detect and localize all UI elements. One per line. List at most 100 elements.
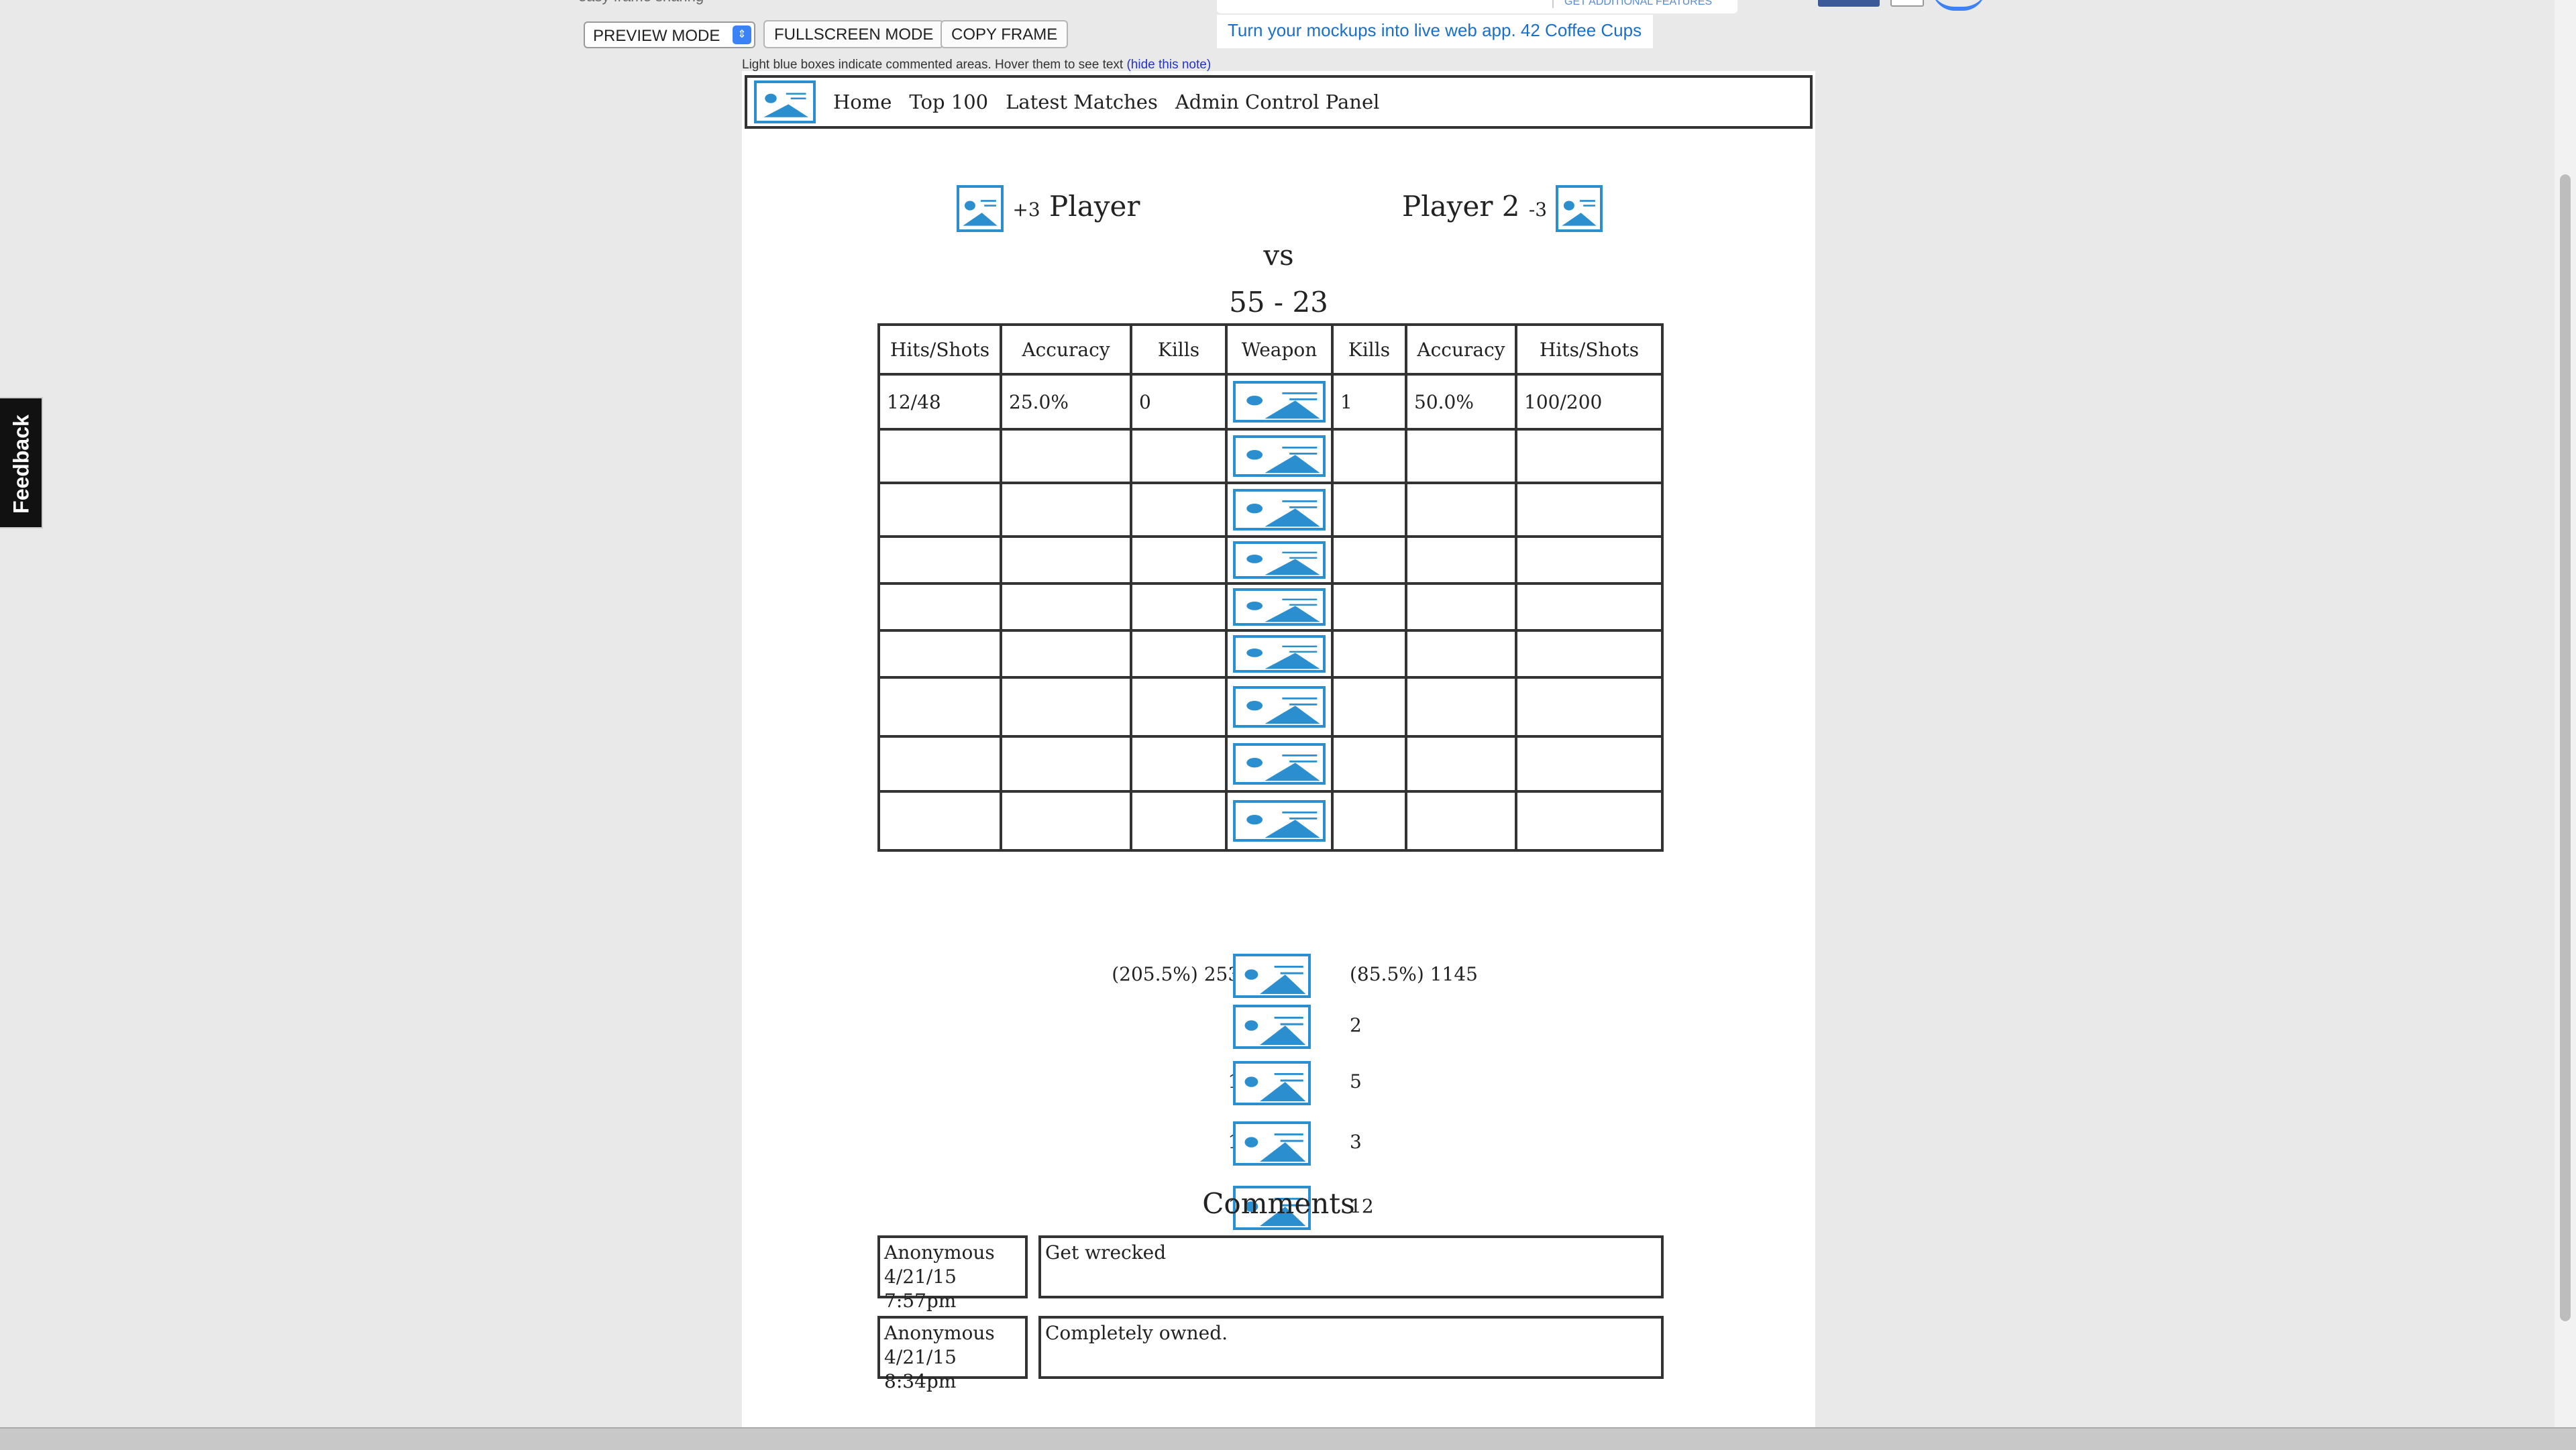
comment-author-box: Anonymous 4/21/15 7:57pm [877, 1235, 1028, 1312]
cell-kills-p1 [1130, 735, 1228, 793]
nav-admin-control-panel[interactable]: Admin Control Panel [1175, 91, 1380, 113]
cell-kills-p1: 0 [1130, 373, 1228, 431]
header-accuracy-p1: Accuracy [1000, 323, 1132, 376]
table-row [877, 629, 1664, 679]
cell-kills-p2 [1331, 676, 1407, 738]
cell-accuracy-p2 [1405, 735, 1517, 793]
player2-avatar-icon [1556, 185, 1603, 232]
facebook-like-button[interactable] [1818, 0, 1880, 7]
nav-top-100[interactable]: Top 100 [909, 91, 988, 113]
cell-kills-p2 [1331, 629, 1407, 679]
weapon-image-icon [1233, 381, 1326, 423]
comment-note: Light blue boxes indicate commented area… [742, 58, 1211, 72]
cell-weapon [1225, 629, 1334, 679]
cell-hits-shots-p2 [1515, 629, 1664, 679]
cell-hits-shots-p2 [1515, 735, 1664, 793]
cell-accuracy-p1 [1000, 676, 1132, 738]
hide-note-link[interactable]: (hide this note) [1126, 58, 1211, 72]
table-row: 12/48 25.0% 0 1 50.0% 100/200 [877, 373, 1664, 431]
top-promo-box: GET ADDITIONAL FEATURES [1217, 0, 1737, 13]
weapon-image-icon [1233, 686, 1326, 728]
player2-header: Player 2 -3 [1402, 185, 1603, 232]
nav-home[interactable]: Home [833, 91, 892, 113]
summary-right-value: 3 [1350, 1131, 1362, 1153]
cell-hits-shots-p1 [877, 790, 1002, 852]
cell-kills-p2 [1331, 735, 1407, 793]
player1-header: +3 Player [957, 185, 1140, 232]
cell-hits-shots-p2 [1515, 790, 1664, 852]
cell-accuracy-p1: 25.0% [1000, 373, 1132, 431]
cell-hits-shots-p1 [877, 535, 1002, 585]
cell-kills-p1 [1130, 790, 1228, 852]
share-count-box [1890, 0, 1924, 7]
cell-kills-p2 [1331, 482, 1407, 538]
cell-hits-shots-p2: 100/200 [1515, 373, 1664, 431]
copy-frame-button[interactable]: COPY FRAME [941, 20, 1069, 48]
cell-hits-shots-p1 [877, 735, 1002, 793]
cell-hits-shots-p1 [877, 582, 1002, 632]
header-kills-p1: Kills [1130, 323, 1228, 376]
fullscreen-mode-button[interactable]: FULLSCREEN MODE [763, 20, 945, 48]
cell-accuracy-p2 [1405, 582, 1517, 632]
vertical-scrollbar[interactable] [2555, 0, 2576, 1429]
cell-hits-shots-p1 [877, 482, 1002, 538]
summary-image-icon [1233, 1121, 1311, 1166]
summary-image-icon [1233, 1005, 1311, 1049]
cell-kills-p1 [1130, 629, 1228, 679]
cell-accuracy-p1 [1000, 582, 1132, 632]
cell-kills-p1 [1130, 676, 1228, 738]
cell-kills-p2: 1 [1331, 373, 1407, 431]
cell-weapon [1225, 535, 1334, 585]
weapons-stats-table: Hits/Shots Accuracy Kills Weapon Kills A… [877, 323, 1664, 852]
cell-accuracy-p2: 50.0% [1405, 373, 1517, 431]
player2-name[interactable]: Player 2 [1402, 190, 1519, 223]
header-kills-p2: Kills [1331, 323, 1407, 376]
preview-mode-select[interactable]: PREVIEW MODE ⇕ [584, 21, 755, 48]
cell-kills-p2 [1331, 790, 1407, 852]
summary-image-icon [1233, 1061, 1311, 1105]
cell-kills-p2 [1331, 428, 1407, 484]
feedback-label: Feedback [9, 414, 34, 514]
promo-link[interactable]: Turn your mockups into live web app. 42 … [1217, 15, 1653, 48]
logo-image-icon[interactable] [754, 80, 816, 123]
player1-name[interactable]: Player [1049, 190, 1140, 223]
share-icon[interactable] [1932, 0, 1986, 11]
table-row [877, 735, 1664, 793]
vs-label: vs [1263, 239, 1294, 272]
comment-text: Get wrecked [1038, 1235, 1664, 1298]
cell-weapon [1225, 676, 1334, 738]
top-navbar: Home Top 100 Latest Matches Admin Contro… [745, 75, 1813, 129]
nav-latest-matches[interactable]: Latest Matches [1006, 91, 1158, 113]
table-row [877, 790, 1664, 852]
comment-text: Completely owned. [1038, 1316, 1664, 1379]
cell-kills-p1 [1130, 582, 1228, 632]
comment-author-box: Anonymous 4/21/15 8:34pm [877, 1316, 1028, 1392]
cell-accuracy-p2 [1405, 482, 1517, 538]
feedback-tab[interactable]: Feedback [0, 397, 43, 528]
weapon-image-icon [1233, 489, 1326, 531]
table-row [877, 582, 1664, 632]
cell-accuracy-p1 [1000, 735, 1132, 793]
cell-hits-shots-p1: 12/48 [877, 373, 1002, 431]
header-accuracy-p2: Accuracy [1405, 323, 1517, 376]
comment-author: Anonymous [884, 1322, 995, 1344]
preview-mode-value: PREVIEW MODE [593, 27, 720, 45]
cell-hits-shots-p1 [877, 629, 1002, 679]
bottom-bar [0, 1427, 2576, 1450]
cell-accuracy-p1 [1000, 790, 1132, 852]
weapon-image-icon [1233, 541, 1326, 579]
scrollbar-thumb[interactable] [2560, 174, 2571, 1321]
weapon-image-icon [1233, 588, 1326, 626]
summary-left-value: 17 [1051, 1131, 1252, 1153]
cell-accuracy-p2 [1405, 535, 1517, 585]
summary-image-icon [1233, 954, 1311, 998]
cell-accuracy-p2 [1405, 428, 1517, 484]
table-header-row: Hits/Shots Accuracy Kills Weapon Kills A… [877, 323, 1664, 376]
weapon-image-icon [1233, 800, 1326, 842]
additional-features-link[interactable]: GET ADDITIONAL FEATURES [1552, 0, 1712, 8]
match-score: 55 - 23 [1229, 286, 1328, 319]
mockup-canvas: Home Top 100 Latest Matches Admin Contro… [742, 71, 1815, 1429]
summary-left-value: (205.5%) 2538 [1112, 963, 1252, 985]
comments-title: Comments [1202, 1187, 1355, 1220]
cell-kills-p2 [1331, 535, 1407, 585]
